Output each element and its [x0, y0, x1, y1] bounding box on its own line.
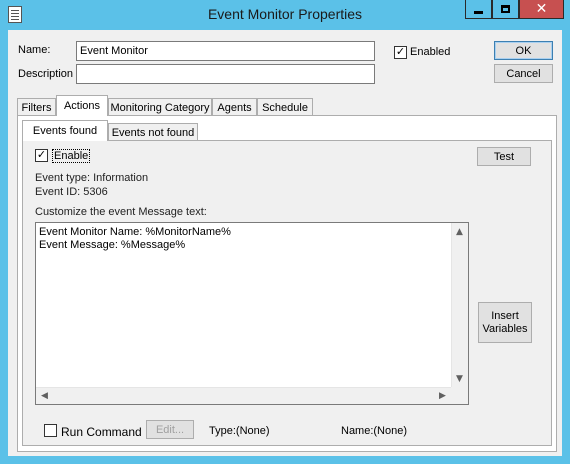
minimize-icon: [474, 10, 483, 14]
maximize-button[interactable]: [492, 0, 519, 19]
subtab-events-not-found[interactable]: Events not found: [108, 123, 198, 141]
maximize-icon: [501, 5, 510, 13]
insert-label: Insert: [491, 309, 519, 322]
insert-variables-button[interactable]: Insert Variables: [478, 302, 532, 343]
description-field[interactable]: [76, 64, 375, 84]
scroll-left-icon[interactable]: ◀: [36, 387, 53, 404]
title-bar[interactable]: Event Monitor Properties ✕: [0, 0, 570, 29]
dialog-client-area: Name: Description ✓ Enabled OK Cancel Fi…: [8, 30, 562, 456]
scroll-up-icon[interactable]: ▲: [451, 223, 468, 240]
customize-label: Customize the event Message text:: [35, 206, 207, 218]
horizontal-scrollbar[interactable]: ◀ ▶: [36, 387, 451, 404]
events-found-panel: ✓ Enable Test Event type: Information Ev…: [22, 140, 552, 446]
message-textarea[interactable]: Event Monitor Name: %MonitorName% Event …: [35, 222, 469, 405]
name-text: Name:(None): [341, 425, 408, 437]
actions-panel: Events found Events not found ✓ Enable T…: [17, 115, 557, 452]
run-command-checkbox[interactable]: [44, 424, 57, 437]
name-field[interactable]: [76, 41, 375, 61]
edit-button[interactable]: Edit...: [146, 420, 194, 439]
enable-label: Enable: [52, 149, 91, 163]
properties-window: Event Monitor Properties ✕ Name: Descrip…: [0, 0, 570, 464]
tab-actions[interactable]: Actions: [56, 95, 108, 116]
close-icon: ✕: [535, 1, 548, 17]
enable-checkbox[interactable]: ✓: [35, 149, 48, 162]
scroll-right-icon[interactable]: ▶: [434, 387, 451, 404]
test-button[interactable]: Test: [477, 147, 531, 166]
enabled-checkbox[interactable]: ✓: [394, 46, 407, 59]
tab-monitoring-category[interactable]: Monitoring Category: [108, 98, 212, 116]
event-id-text: Event ID: 5306: [35, 186, 108, 198]
tab-agents[interactable]: Agents: [212, 98, 257, 116]
variables-label: Variables: [482, 322, 528, 335]
minimize-button[interactable]: [465, 0, 492, 19]
run-command-label: Run Command: [61, 425, 142, 439]
cancel-button[interactable]: Cancel: [494, 64, 553, 83]
message-line-1: Event Monitor Name: %MonitorName%: [39, 226, 231, 238]
subtab-events-found[interactable]: Events found: [22, 120, 108, 141]
description-label: Description: [18, 68, 74, 80]
vertical-scrollbar[interactable]: ▲ ▼: [451, 223, 468, 387]
type-text: Type:(None): [209, 425, 270, 437]
close-button[interactable]: ✕: [519, 0, 564, 19]
enabled-label: Enabled: [410, 46, 451, 58]
ok-button[interactable]: OK: [494, 41, 553, 60]
tab-schedule[interactable]: Schedule: [257, 98, 313, 116]
name-label: Name:: [18, 44, 51, 56]
scrollbar-corner: [451, 387, 468, 404]
message-line-2: Event Message: %Message%: [39, 239, 186, 251]
event-type-text: Event type: Information: [35, 172, 149, 184]
tab-filters[interactable]: Filters: [17, 98, 56, 116]
scroll-down-icon[interactable]: ▼: [451, 370, 468, 387]
